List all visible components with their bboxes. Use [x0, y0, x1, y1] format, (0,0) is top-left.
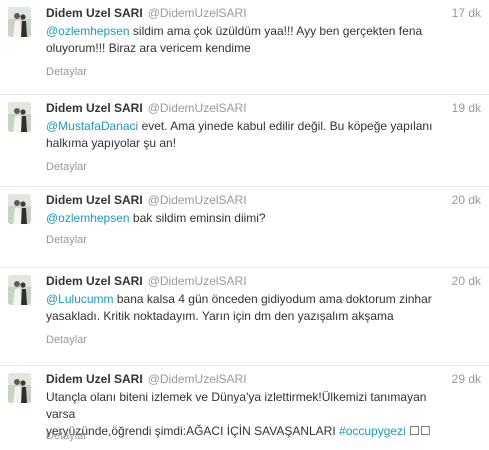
- author-name[interactable]: Didem Uzel SARI: [46, 193, 143, 207]
- tweet-timestamp[interactable]: 20 dk: [452, 192, 481, 208]
- avatar[interactable]: [8, 194, 31, 224]
- details-link[interactable]: Detaylar: [46, 234, 87, 246]
- mention-link[interactable]: @MustafaDanaci: [46, 119, 138, 133]
- tweet-text: @ozlemhepsen sildim ama çok üzüldüm yaa!…: [46, 23, 446, 57]
- details-link[interactable]: Detaylar: [46, 66, 87, 78]
- tweet-header: Didem Uzel SARI @DidemUzelSARI 20 dk: [46, 273, 481, 289]
- tweet-timestamp[interactable]: 17 dk: [452, 5, 481, 21]
- tweet-timestamp[interactable]: 29 dk: [452, 371, 481, 387]
- avatar[interactable]: [8, 275, 31, 305]
- tweet-header: Didem Uzel SARI @DidemUzelSARI 20 dk: [46, 192, 481, 208]
- tweet-text: @ozlemhepsen bak sildim eminsin diimi?: [46, 210, 446, 227]
- details-link[interactable]: Detaylar: [46, 430, 87, 442]
- tweet[interactable]: Didem Uzel SARI @DidemUzelSARI 19 dk @Mus…: [0, 95, 489, 187]
- tweet-text-segment: evet. Ama yinede kabul edilir değil. Bu …: [138, 119, 433, 133]
- tweet[interactable]: Didem Uzel SARI @DidemUzelSARI 20 dk @ozl…: [0, 187, 489, 268]
- author-name[interactable]: Didem Uzel SARI: [46, 6, 143, 20]
- author-name[interactable]: Didem Uzel SARI: [46, 101, 143, 115]
- tweet[interactable]: Didem Uzel SARI @DidemUzelSARI 20 dk @Lul…: [0, 268, 489, 366]
- tweet-text-segment: bak sildim eminsin diimi?: [129, 211, 266, 225]
- tweet-text-segment: yeryüzünde,öğrendi şimdi:AĞACI İÇİN SAVA…: [46, 424, 340, 438]
- author-name[interactable]: Didem Uzel SARI: [46, 372, 143, 386]
- tweet-timestamp[interactable]: 20 dk: [452, 273, 481, 289]
- avatar[interactable]: [8, 102, 31, 132]
- tweet-text-segment: Utançla olanı biteni izlemek ve Dünya'ya…: [46, 390, 427, 421]
- author-handle[interactable]: @DidemUzelSARI: [148, 193, 247, 207]
- avatar[interactable]: [8, 373, 31, 403]
- tweet-header: Didem Uzel SARI @DidemUzelSARI 29 dk: [46, 371, 481, 387]
- tweet-timeline: Didem Uzel SARI @DidemUzelSARI 17 dk @ozl…: [0, 0, 489, 450]
- tweet-timestamp[interactable]: 19 dk: [452, 100, 481, 116]
- tweet[interactable]: Didem Uzel SARI @DidemUzelSARI 17 dk @ozl…: [0, 0, 489, 95]
- avatar[interactable]: [8, 7, 31, 37]
- tweet-text-segment: sildim ama çok üzüldüm yaa!!! Ayy ben ge…: [129, 24, 423, 38]
- mention-link[interactable]: @ozlemhepsen: [46, 24, 130, 38]
- tweet[interactable]: Didem Uzel SARI @DidemUzelSARI 29 dk Utan…: [0, 366, 489, 450]
- tweet-text-segment: halkıma yapıyolar şu an!: [46, 136, 177, 150]
- tweet-text: @MustafaDanaci evet. Ama yinede kabul ed…: [46, 118, 446, 152]
- author-handle[interactable]: @DidemUzelSARI: [148, 101, 247, 115]
- tweet-header: Didem Uzel SARI @DidemUzelSARI 17 dk: [46, 5, 481, 21]
- mention-link[interactable]: @ozlemhepsen: [46, 211, 130, 225]
- author-handle[interactable]: @DidemUzelSARI: [148, 274, 247, 288]
- author-name[interactable]: Didem Uzel SARI: [46, 274, 143, 288]
- tweet-text-segment: bana kalsa 4 gün önceden gidiyodum ama d…: [113, 292, 432, 306]
- tweet-text-segment: oluyorum!!! Biraz ara vericem kendime: [46, 41, 251, 55]
- author-handle[interactable]: @DidemUzelSARI: [148, 6, 247, 20]
- details-link[interactable]: Detaylar: [46, 161, 87, 173]
- mention-link[interactable]: @Lulucumm: [46, 292, 114, 306]
- tweet-text: @Lulucumm bana kalsa 4 gün önceden gidiy…: [46, 291, 446, 325]
- tweet-text-segment: yasakladı. Kritik noktadayım. Yarın için…: [46, 309, 394, 323]
- details-link[interactable]: Detaylar: [46, 334, 87, 346]
- hashtag-link[interactable]: #occupygezi: [339, 424, 406, 438]
- author-handle[interactable]: @DidemUzelSARI: [148, 372, 247, 386]
- tweet-text-segment: ☐☐: [405, 424, 431, 438]
- tweet-text: Utançla olanı biteni izlemek ve Dünya'ya…: [46, 389, 446, 440]
- tweet-header: Didem Uzel SARI @DidemUzelSARI 19 dk: [46, 100, 481, 116]
